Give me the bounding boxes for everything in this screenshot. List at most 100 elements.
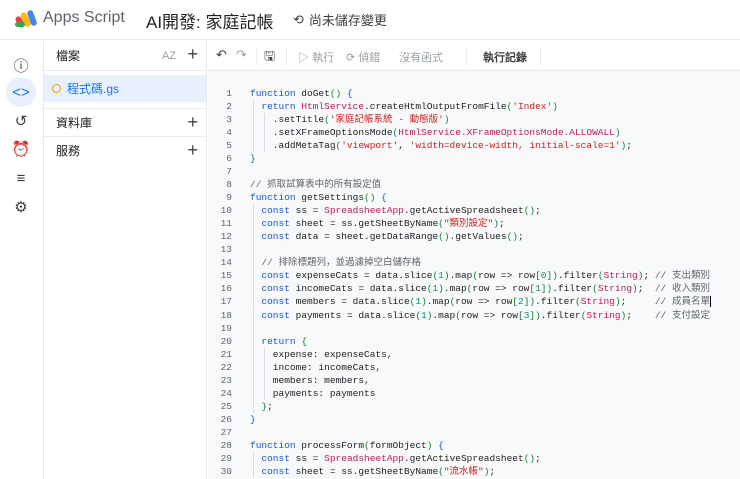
code-line[interactable]: 8 // 抓取試算表中的所有設定值	[208, 178, 740, 191]
debug-button[interactable]: ⟳ 偵錯	[346, 49, 380, 65]
code-line[interactable]: 12 const data = sheet.getDataRange().get…	[208, 230, 740, 244]
line-number: 4	[226, 127, 232, 139]
code-line[interactable]: 25 };	[208, 399, 740, 413]
code-line[interactable]: 3 .setTitle('家庭記帳系統 - 動態版')	[208, 113, 740, 127]
code-text: const sheet = ss.getSheetByName("流水帳");	[250, 465, 495, 478]
code-line[interactable]: 30 const sheet = ss.getSheetByName("流水帳"…	[208, 464, 740, 478]
services-section[interactable]: 服務 +	[44, 136, 206, 164]
code-text: }	[250, 413, 256, 426]
function-select[interactable]: 沒有函式	[399, 49, 443, 65]
code-line[interactable]: 5 .addMetaTag('viewport', 'width=device-…	[208, 139, 740, 153]
app-name[interactable]: Apps Script	[43, 9, 125, 27]
code-text: payments: payments	[250, 387, 376, 400]
line-number: 16	[220, 283, 232, 295]
add-library-button[interactable]: +	[187, 112, 198, 133]
code-line[interactable]: 1 function doGet() {	[208, 87, 740, 100]
code-token-str: 'Index'	[512, 101, 553, 113]
code-line[interactable]: 17 const members = data.slice(1).map(row…	[208, 295, 740, 309]
triggers-icon[interactable]: ⏰	[9, 137, 33, 161]
line-number: 30	[220, 465, 232, 477]
code-line[interactable]: 15 const expenseCats = data.slice(1).map…	[208, 269, 740, 283]
code-token-p: ()	[364, 192, 376, 204]
code-token-b: }	[250, 153, 256, 165]
code-token-t: ;	[626, 140, 632, 152]
code-line[interactable]: 20 return {	[208, 334, 740, 348]
code-token-t	[250, 466, 261, 477]
line-number: 5	[226, 140, 232, 152]
code-token-str: 'viewport'	[341, 140, 399, 152]
line-number: 2	[226, 101, 232, 113]
code-token-t: row => row	[455, 296, 513, 308]
executions-icon[interactable]: ≡	[9, 166, 33, 190]
code-line[interactable]: 16 const incomeCats = data.slice(1).map(…	[208, 282, 740, 296]
code-token-cls: SpreadsheetApp	[324, 452, 404, 464]
code-line[interactable]: 18 const payments = data.slice(1).map(ro…	[208, 308, 740, 322]
code-token-kw: function	[250, 88, 296, 99]
line-number: 15	[220, 270, 232, 282]
code-token-p: ])	[523, 296, 536, 308]
run-button[interactable]: ▷ 執行	[298, 49, 334, 65]
code-line[interactable]: 22 income: incomeCats,	[208, 360, 740, 374]
code-token-t: .setTitle	[250, 114, 325, 126]
code-token-t	[250, 453, 261, 464]
line-number: 12	[220, 231, 232, 243]
code-token-p: ()	[506, 231, 518, 243]
code-line[interactable]: 14 // 排除標題列，並過濾掉空白儲存格	[208, 256, 740, 270]
history-icon[interactable]: ↺	[9, 109, 33, 133]
redo-button[interactable]: ↷	[236, 47, 247, 63]
text-cursor	[709, 296, 711, 308]
code-line[interactable]: 2 return HtmlService.createHtmlOutputFro…	[208, 100, 740, 114]
files-title: 檔案	[56, 49, 81, 63]
code-line[interactable]: 6}	[208, 152, 740, 165]
code-token-t: ;	[517, 231, 524, 243]
file-item[interactable]: 程式碼.gs	[44, 75, 206, 102]
undo-button[interactable]: ↶	[216, 47, 227, 63]
code-line[interactable]: 4 .setXFrameOptionsMode(HtmlService.XFra…	[208, 126, 740, 140]
code-editor[interactable]: 1 function doGet() {2 return HtmlService.…	[208, 71, 740, 479]
line-number: 14	[220, 257, 232, 269]
code-token-kw: const	[261, 309, 290, 321]
code-line[interactable]: 26}	[208, 413, 740, 426]
code-line[interactable]: 9 function getSettings() {	[208, 191, 740, 204]
code-text: function doGet() {	[250, 87, 353, 100]
code-line[interactable]: 24 payments: payments	[208, 386, 740, 400]
execution-log-button[interactable]: 執行記錄	[483, 49, 527, 65]
files-panel: 檔案 AZ + 程式碼.gs 資料庫 + 服務 +	[43, 41, 207, 479]
code-token-t: ;	[489, 465, 496, 477]
line-number: 23	[220, 374, 232, 386]
code-token-t: .addMetaTag	[250, 140, 336, 152]
info-icon[interactable]: ⓘ	[9, 53, 33, 77]
code-line[interactable]: 27	[208, 426, 740, 439]
code-token-kw: return	[261, 335, 296, 347]
code-line[interactable]: 29 const ss = SpreadsheetApp.getActiveSp…	[208, 451, 740, 465]
code-token-t: payments = data.slice	[289, 309, 416, 321]
code-line[interactable]: 7	[208, 165, 740, 178]
code-token-t: income: incomeCats,	[250, 361, 382, 373]
libraries-section[interactable]: 資料庫 +	[44, 108, 206, 136]
code-line[interactable]: 19	[208, 321, 740, 335]
code-line[interactable]: 11 const sheet = ss.getSheetByName("類別設定…	[208, 217, 740, 231]
code-token-t: .getActiveSpreadsheet	[403, 452, 524, 464]
code-line[interactable]: 28 function processForm(formObject) {	[208, 439, 740, 452]
add-file-button[interactable]: +	[187, 44, 198, 65]
settings-icon[interactable]: ⚙	[9, 195, 33, 219]
code-text: const data = sheet.getDataRange().getVal…	[250, 230, 524, 243]
code-token-p: ])	[540, 283, 553, 295]
line-number: 18	[220, 309, 232, 321]
code-token-t: expense: expenseCats,	[250, 348, 393, 360]
line-number: 19	[220, 322, 232, 334]
code-token-t: ,	[398, 140, 410, 152]
code-line[interactable]: 13	[208, 243, 740, 257]
code-line[interactable]: 23 members: members,	[208, 373, 740, 387]
code-line[interactable]: 21 expense: expenseCats,	[208, 347, 740, 361]
code-line[interactable]: 10 const ss = SpreadsheetApp.getActiveSp…	[208, 204, 740, 218]
code-token-cm: // 支出類別	[654, 270, 710, 282]
sort-az-icon[interactable]: AZ	[162, 50, 176, 62]
project-title[interactable]: AI開發: 家庭記帳	[146, 8, 274, 33]
code-token-cm: // 抓取試算表中的所有設定值	[250, 179, 382, 191]
code-token-str: "類別設定"	[443, 218, 494, 230]
add-service-button[interactable]: +	[187, 140, 198, 161]
save-button[interactable]: 🖫	[264, 47, 275, 69]
code-icon[interactable]: <>	[6, 77, 36, 107]
unsaved-dot-icon	[52, 84, 61, 93]
